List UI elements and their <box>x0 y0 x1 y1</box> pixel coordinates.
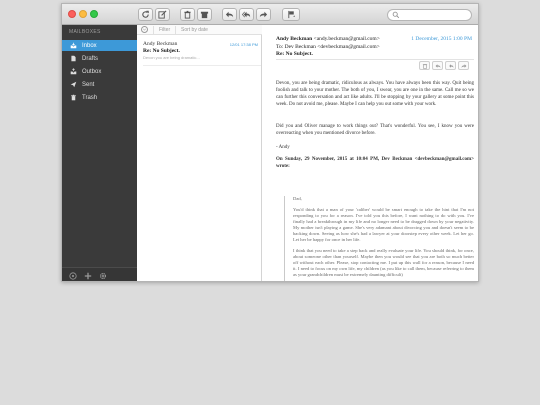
forward-message-button[interactable] <box>458 61 469 70</box>
reply-all-icon <box>448 63 453 68</box>
quote-header: On Sunday, 29 November, 2015 at 10:04 PM… <box>276 157 474 169</box>
archive-button[interactable] <box>197 8 212 21</box>
minimize-window-button[interactable] <box>79 10 87 18</box>
flag-button[interactable] <box>282 8 300 21</box>
sidebar-item-label: Drafts <box>82 55 99 62</box>
filter-button[interactable]: Filter <box>153 26 170 34</box>
sidebar-item-label: Inbox <box>82 42 97 49</box>
reply-message-button[interactable] <box>432 61 443 70</box>
get-mail-button[interactable] <box>138 8 153 21</box>
sidebar-item-label: Sent <box>82 81 95 88</box>
quote-paragraph: You'd think that a man of your 'caliber'… <box>293 207 474 242</box>
email-signature: - Andy <box>276 145 290 150</box>
quote-paragraph: I think that you need to take a step bac… <box>293 248 474 277</box>
reply-all-icon <box>242 11 251 18</box>
search-input[interactable] <box>402 10 470 20</box>
close-window-button[interactable] <box>68 10 76 18</box>
forward-icon <box>259 11 268 18</box>
sidebar-item-label: Trash <box>82 94 98 101</box>
sidebar-item-inbox[interactable]: Inbox <box>62 40 137 51</box>
sidebar-footer <box>62 267 137 281</box>
delete-message-button[interactable] <box>419 61 430 70</box>
add-mailbox-icon[interactable] <box>84 272 92 280</box>
list-toolbar: Filter Sort by date <box>137 25 262 35</box>
mail-window: MAILBOXES Inbox Drafts Outbox Sent Trash <box>61 3 479 282</box>
sidebar-item-outbox[interactable]: Outbox <box>62 66 137 77</box>
flag-icon <box>287 10 295 19</box>
get-mail-icon <box>142 10 149 18</box>
sort-button[interactable]: Sort by date <box>175 26 208 34</box>
trash-icon <box>71 94 76 101</box>
reading-pane: Andy Beckman <andy.beckman@gmail.com> To… <box>263 25 478 281</box>
reply-button[interactable] <box>222 8 237 21</box>
sidebar-item-trash[interactable]: Trash <box>62 92 137 103</box>
outbox-icon <box>70 68 77 75</box>
search-icon <box>392 11 400 19</box>
zoom-window-button[interactable] <box>90 10 98 18</box>
message-subject: Re: No Subject. <box>143 48 180 54</box>
titlebar <box>62 4 478 25</box>
archive-icon <box>200 11 209 19</box>
email-from: Andy Beckman <andy.beckman@gmail.com> <box>276 36 380 42</box>
sender-email: <andy.beckman@gmail.com> <box>313 36 380 42</box>
sidebar-item-sent[interactable]: Sent <box>62 79 137 90</box>
forward-button[interactable] <box>256 8 271 21</box>
message-sender: Andy Beckman <box>143 41 178 47</box>
delete-icon <box>184 10 191 19</box>
chevron-down-icon <box>143 28 146 31</box>
delete-button[interactable] <box>180 8 195 21</box>
compose-button[interactable] <box>155 8 170 21</box>
message-time: 12/01 17:38 PM <box>229 42 258 47</box>
email-subject: Re: No Subject. <box>276 51 313 57</box>
sidebar-item-label: Outbox <box>82 68 102 75</box>
drafts-icon <box>71 55 76 62</box>
email-paragraph: Did you and Oliver manage to work things… <box>276 124 474 136</box>
gear-icon[interactable] <box>99 272 107 280</box>
reply-all-button[interactable] <box>239 8 254 21</box>
email-paragraph: Devon, you are being dramatic, ridiculou… <box>276 81 474 107</box>
compose-icon <box>158 10 167 19</box>
mailboxes-header: MAILBOXES <box>69 29 101 35</box>
message-preview: Devon you are being dramatic... <box>143 55 200 60</box>
email-to: To: Dev Beckman <devbeckman@gmail.com> <box>276 44 380 50</box>
divider <box>143 65 261 66</box>
list-item[interactable]: Andy Beckman 12/01 17:38 PM Re: No Subje… <box>137 39 262 67</box>
reply-icon <box>435 63 440 68</box>
delete-icon <box>422 63 427 69</box>
sidebar: MAILBOXES Inbox Drafts Outbox Sent Trash <box>62 25 137 281</box>
sidebar-item-drafts[interactable]: Drafts <box>62 53 137 64</box>
quote-paragraph: Dad, <box>293 196 302 201</box>
message-list: Filter Sort by date Andy Beckman 12/01 1… <box>137 25 262 281</box>
sent-icon <box>70 81 77 88</box>
quoted-message: Dad, You'd think that a man of your 'cal… <box>284 196 474 281</box>
email-date: 1 December, 2015 1:00 PM <box>411 36 472 42</box>
search-field[interactable] <box>387 9 472 21</box>
inbox-icon <box>70 42 77 49</box>
sender-name: Andy Beckman <box>276 36 313 42</box>
reply-icon <box>225 11 234 18</box>
forward-icon <box>461 63 466 68</box>
reply-all-message-button[interactable] <box>445 61 456 70</box>
status-icon[interactable] <box>69 272 77 280</box>
divider <box>276 59 474 60</box>
collapse-button[interactable] <box>141 26 148 33</box>
